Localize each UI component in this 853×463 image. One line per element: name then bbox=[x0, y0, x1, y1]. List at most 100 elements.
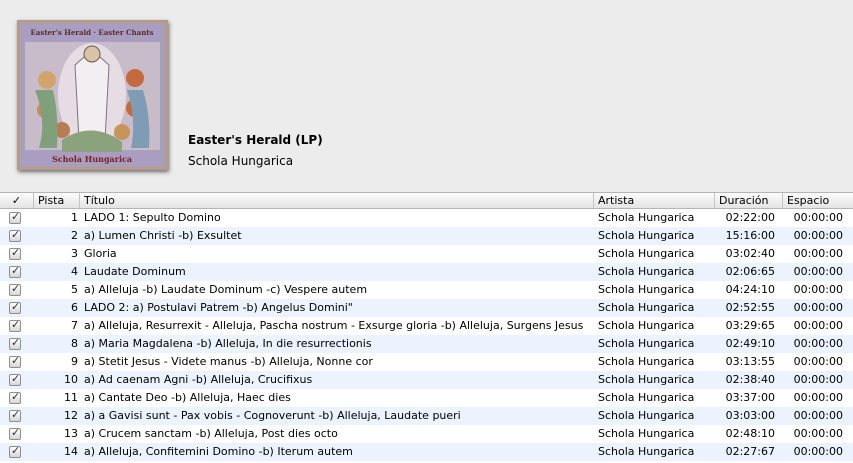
table-row[interactable]: 2 a) Lumen Christi -b) Exsultet Schola Hun… bbox=[0, 227, 853, 245]
track-duration: 04:24:10 bbox=[725, 283, 775, 296]
track-space: 00:00:00 bbox=[793, 301, 843, 314]
track-checkbox[interactable] bbox=[9, 407, 23, 425]
column-header-artist[interactable]: Artista bbox=[594, 193, 715, 208]
track-duration: 02:27:67 bbox=[725, 445, 775, 458]
track-checkbox[interactable] bbox=[9, 227, 23, 245]
checkmark-icon bbox=[9, 425, 21, 442]
track-title: LADO 1: Sepulto Domino bbox=[84, 211, 221, 224]
column-header-bar: ✓ Pista Título Artista Duración Espacio bbox=[0, 192, 853, 209]
track-title: LADO 2: a) Postulavi Patrem -b) Angelus … bbox=[84, 301, 353, 314]
track-artist: Schola Hungarica bbox=[598, 283, 695, 296]
track-checkbox[interactable] bbox=[9, 425, 23, 443]
track-title: a) Ad caenam Agni -b) Alleluja, Crucifix… bbox=[84, 373, 313, 386]
track-number: 13 bbox=[64, 427, 78, 440]
track-checkbox[interactable] bbox=[9, 245, 23, 263]
track-space: 00:00:00 bbox=[793, 265, 843, 278]
album-artist: Schola Hungarica bbox=[188, 154, 294, 168]
track-space: 00:00:00 bbox=[793, 355, 843, 368]
track-checkbox[interactable] bbox=[9, 299, 23, 317]
track-artist: Schola Hungarica bbox=[598, 409, 695, 422]
track-title: a) Stetit Jesus - Videte manus -b) Allel… bbox=[84, 355, 373, 368]
album-cover-art[interactable]: Easter's Herald · Easter Chants Schola H… bbox=[17, 20, 168, 170]
track-artist: Schola Hungarica bbox=[598, 229, 695, 242]
column-header-duration[interactable]: Duración bbox=[715, 193, 783, 208]
track-duration: 03:02:40 bbox=[725, 247, 775, 260]
table-row[interactable]: 12 a) a Gavisi sunt - Pax vobis - Cognove… bbox=[0, 407, 853, 425]
track-duration: 02:48:10 bbox=[725, 427, 775, 440]
album-header: Easter's Herald · Easter Chants Schola H… bbox=[0, 0, 853, 192]
table-row[interactable]: 1 LADO 1: Sepulto Domino Schola Hungarica 0… bbox=[0, 209, 853, 227]
track-artist: Schola Hungarica bbox=[598, 373, 695, 386]
track-title: a) Lumen Christi -b) Exsultet bbox=[84, 229, 242, 242]
track-checkbox[interactable] bbox=[9, 209, 23, 227]
cover-bottom-lettering: Schola Hungarica bbox=[52, 154, 132, 164]
track-number: 11 bbox=[64, 391, 78, 404]
track-duration: 02:49:10 bbox=[725, 337, 775, 350]
track-duration: 03:29:65 bbox=[725, 319, 775, 332]
track-title: a) Crucem sanctam -b) Alleluja, Post die… bbox=[84, 427, 338, 440]
table-row[interactable]: 8 a) Maria Magdalena -b) Alleluja, In die… bbox=[0, 335, 853, 353]
track-space: 00:00:00 bbox=[793, 445, 843, 458]
track-title: a) Alleluja, Confitemini Domino -b) Iter… bbox=[84, 445, 353, 458]
track-checkbox[interactable] bbox=[9, 281, 23, 299]
track-number: 2 bbox=[71, 229, 78, 242]
column-header-check[interactable]: ✓ bbox=[0, 193, 34, 208]
checkmark-icon bbox=[9, 227, 21, 244]
column-header-track[interactable]: Pista bbox=[34, 193, 80, 208]
track-space: 00:00:00 bbox=[793, 409, 843, 422]
track-number: 12 bbox=[64, 409, 78, 422]
track-number: 9 bbox=[71, 355, 78, 368]
track-duration: 03:13:55 bbox=[725, 355, 775, 368]
table-row[interactable]: 11 a) Cantate Deo -b) Alleluja, Haec dies… bbox=[0, 389, 853, 407]
track-number: 3 bbox=[71, 247, 78, 260]
table-row[interactable]: 7 a) Alleluja, Resurrexit - Alleluja, Pas… bbox=[0, 317, 853, 335]
track-title: a) Cantate Deo -b) Alleluja, Haec dies bbox=[84, 391, 291, 404]
table-row[interactable]: 13 a) Crucem sanctam -b) Alleluja, Post d… bbox=[0, 425, 853, 443]
column-header-title[interactable]: Título bbox=[80, 193, 594, 208]
table-row[interactable]: 6 LADO 2: a) Postulavi Patrem -b) Angelus… bbox=[0, 299, 853, 317]
checkmark-icon bbox=[9, 389, 21, 406]
track-artist: Schola Hungarica bbox=[598, 247, 695, 260]
track-space: 00:00:00 bbox=[793, 373, 843, 386]
table-row[interactable]: 5 a) Alleluja -b) Laudate Dominum -c) Ves… bbox=[0, 281, 853, 299]
checkmark-icon bbox=[9, 281, 21, 298]
checkmark-icon bbox=[9, 209, 21, 226]
album-title: Easter's Herald (LP) bbox=[188, 133, 323, 147]
track-number: 4 bbox=[71, 265, 78, 278]
track-title: a) a Gavisi sunt - Pax vobis - Cognoveru… bbox=[84, 409, 461, 422]
checkmark-icon bbox=[9, 353, 21, 370]
track-space: 00:00:00 bbox=[793, 247, 843, 260]
track-checkbox[interactable] bbox=[9, 371, 23, 389]
table-row[interactable]: 10 a) Ad caenam Agni -b) Alleluja, Crucif… bbox=[0, 371, 853, 389]
track-duration: 02:52:55 bbox=[725, 301, 775, 314]
cover-illustration: Easter's Herald · Easter Chants Schola H… bbox=[17, 20, 168, 170]
table-row[interactable]: 4 Laudate Dominum Schola Hungarica 02:06:65… bbox=[0, 263, 853, 281]
track-duration: 03:37:00 bbox=[725, 391, 775, 404]
track-checkbox[interactable] bbox=[9, 317, 23, 335]
table-row[interactable]: 9 a) Stetit Jesus - Videte manus -b) Alle… bbox=[0, 353, 853, 371]
track-space: 00:00:00 bbox=[793, 337, 843, 350]
checkmark-icon bbox=[9, 245, 21, 262]
track-checkbox[interactable] bbox=[9, 353, 23, 371]
track-duration: 02:06:65 bbox=[725, 265, 775, 278]
track-title: Gloria bbox=[84, 247, 117, 260]
track-artist: Schola Hungarica bbox=[598, 301, 695, 314]
track-space: 00:00:00 bbox=[793, 211, 843, 224]
track-duration: 15:16:00 bbox=[725, 229, 775, 242]
track-artist: Schola Hungarica bbox=[598, 265, 695, 278]
table-row[interactable]: 14 a) Alleluja, Confitemini Domino -b) It… bbox=[0, 443, 853, 461]
track-checkbox[interactable] bbox=[9, 335, 23, 353]
checkmark-icon bbox=[9, 317, 21, 334]
track-number: 5 bbox=[71, 283, 78, 296]
track-checkbox[interactable] bbox=[9, 263, 23, 281]
track-title: Laudate Dominum bbox=[84, 265, 186, 278]
track-space: 00:00:00 bbox=[793, 283, 843, 296]
track-checkbox[interactable] bbox=[9, 443, 23, 461]
track-artist: Schola Hungarica bbox=[598, 319, 695, 332]
checkmark-icon bbox=[9, 335, 21, 352]
track-artist: Schola Hungarica bbox=[598, 445, 695, 458]
column-header-space[interactable]: Espacio bbox=[783, 193, 853, 208]
track-duration: 02:22:00 bbox=[725, 211, 775, 224]
track-checkbox[interactable] bbox=[9, 389, 23, 407]
table-row[interactable]: 3 Gloria Schola Hungarica 03:02:40 00:00:00 bbox=[0, 245, 853, 263]
